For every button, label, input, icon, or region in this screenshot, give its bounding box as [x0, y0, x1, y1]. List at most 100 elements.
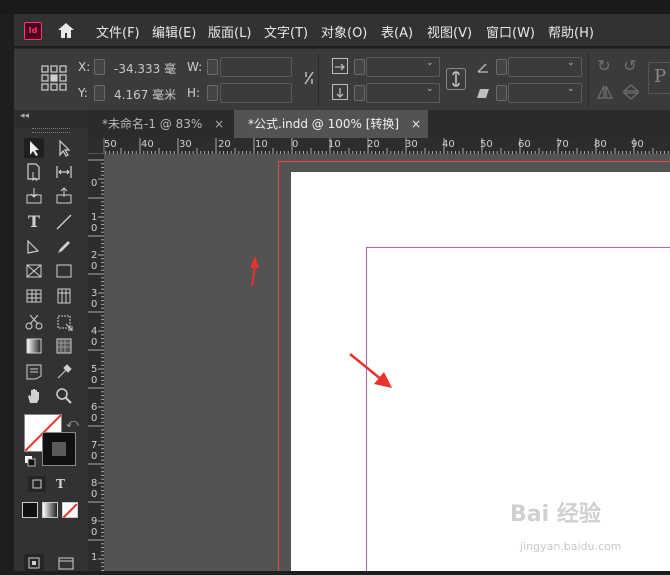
gradient-feather-tool-icon[interactable] [54, 336, 74, 356]
ruler-label: 8 0 [91, 478, 98, 500]
y-field[interactable]: 4.167 毫米 [114, 86, 176, 103]
x-spinner[interactable] [94, 59, 105, 75]
menu-edit[interactable]: 编辑(E) [152, 22, 196, 41]
tab-formula-indd[interactable]: *公式.indd @ 100% [转换] × [234, 110, 428, 138]
divider [588, 54, 589, 106]
scissors-tool-icon[interactable] [24, 312, 44, 332]
ruler-label: 2 0 [91, 250, 98, 272]
apply-gradient-icon[interactable] [42, 502, 58, 518]
selection-tool-icon[interactable] [24, 138, 44, 158]
rotate-dropdown-icon[interactable]: ⌄ [567, 58, 575, 68]
flip-vertical-icon[interactable] [622, 84, 640, 100]
h-spinner[interactable] [207, 85, 218, 101]
page-tool-icon[interactable] [24, 162, 44, 182]
swap-fill-stroke-icon[interactable]: ⤺ [66, 416, 79, 431]
close-icon[interactable]: × [214, 117, 224, 131]
close-icon[interactable]: × [411, 117, 421, 131]
ruler-label: 40 [141, 139, 154, 150]
w-label: W: [187, 60, 203, 74]
rotate-spinner[interactable] [496, 59, 507, 75]
home-icon[interactable] [56, 21, 76, 39]
gradient-swatch-tool-icon[interactable] [24, 336, 44, 356]
ruler-label: 50 [480, 139, 493, 150]
tab-untitled-1[interactable]: *未命名-1 @ 83% × [88, 110, 234, 138]
x-label: X: [78, 60, 91, 74]
ruler-label: 20 [367, 139, 380, 150]
ruler-label: 4 0 [91, 326, 98, 348]
pen-tool-icon[interactable] [24, 237, 44, 257]
baidu-watermark: Bai 经验 [510, 502, 601, 527]
default-fill-stroke-icon[interactable] [24, 452, 36, 467]
reference-point-icon[interactable] [40, 64, 68, 92]
flip-horizontal-icon[interactable] [596, 84, 614, 100]
eyedropper-tool-icon[interactable] [54, 362, 74, 382]
collapse-toolbox-icon[interactable]: ◂◂ [20, 111, 29, 121]
ruler-label: 60 [518, 139, 531, 150]
shear-spinner[interactable] [496, 85, 507, 101]
y-spinner[interactable] [94, 85, 105, 101]
scale-y-spinner[interactable] [354, 85, 365, 101]
grid-tool-icon[interactable] [54, 286, 74, 306]
menu-layout[interactable]: 版面(L) [208, 22, 251, 41]
vertical-ruler: 0 1 0 2 0 3 0 4 0 5 0 6 0 7 0 8 0 9 0 1 [88, 138, 105, 571]
h-label: H: [187, 86, 201, 100]
menu-type[interactable]: 文字(T) [264, 22, 308, 41]
arrow-annotation-margin [346, 350, 396, 392]
ruler-label: 80 [594, 139, 607, 150]
shear-icon [476, 85, 490, 99]
rotate-cw-icon[interactable]: ↻ [594, 56, 614, 75]
note-tool-icon[interactable] [24, 362, 44, 382]
formatting-affects-container-icon[interactable] [28, 476, 46, 492]
scale-y-dropdown-icon[interactable]: ⌄ [426, 84, 434, 94]
rectangle-tool-icon[interactable] [54, 261, 74, 281]
w-spinner[interactable] [207, 59, 218, 75]
content-placer-icon[interactable] [54, 186, 74, 206]
x-field[interactable]: -34.333 毫 [114, 60, 176, 77]
stroke-swatch[interactable] [42, 432, 76, 466]
apply-none-icon[interactable] [62, 502, 78, 519]
menu-window[interactable]: 窗口(W) [486, 22, 535, 41]
scale-x-dropdown-icon[interactable]: ⌄ [426, 58, 434, 68]
rotate-ccw-icon[interactable]: ↺ [620, 56, 640, 75]
w-field[interactable] [220, 57, 292, 77]
p-glyph-button[interactable]: P [648, 62, 670, 94]
formatting-affects-text-icon[interactable]: T [56, 477, 65, 491]
hand-tool-icon[interactable] [24, 386, 44, 406]
scale-x-spinner[interactable] [354, 59, 365, 75]
ruler-label: 1 0 [91, 212, 98, 234]
ruler-label: 10 [328, 139, 341, 150]
tab-label: *未命名-1 @ 83% [102, 117, 203, 131]
ruler-origin[interactable] [88, 138, 104, 154]
link-icon[interactable] [446, 68, 466, 90]
normal-view-mode-icon[interactable] [24, 554, 44, 571]
tab-label: *公式.indd @ 100% [转换] [248, 117, 400, 131]
rectangle-frame-tool-icon[interactable] [24, 261, 44, 281]
gap-tool-icon[interactable] [54, 162, 74, 182]
screen-mode-icon[interactable] [56, 555, 76, 571]
direct-selection-tool-icon[interactable] [54, 138, 74, 158]
line-tool-icon[interactable] [54, 212, 74, 232]
ruler-label: 9 0 [91, 516, 98, 538]
menu-table[interactable]: 表(A) [381, 22, 413, 41]
menu-file[interactable]: 文件(F) [96, 22, 140, 41]
menu-help[interactable]: 帮助(H) [548, 22, 594, 41]
ruler-label: 0 [292, 139, 299, 150]
menu-object[interactable]: 对象(O) [321, 22, 367, 41]
app-logo: Id [24, 22, 42, 40]
pencil-tool-icon[interactable] [54, 237, 74, 257]
zoom-tool-icon[interactable] [54, 386, 74, 406]
ruler-label: 7 0 [91, 440, 98, 462]
toolbox-grip[interactable] [32, 128, 70, 133]
free-transform-tool-icon[interactable] [54, 312, 74, 332]
apply-color-icon[interactable] [22, 502, 38, 518]
content-collector-icon[interactable] [24, 186, 44, 206]
h-field[interactable] [220, 83, 292, 103]
constrain-proportions-icon[interactable] [302, 70, 316, 86]
window-top-strip [0, 0, 670, 14]
shear-dropdown-icon[interactable]: ⌄ [567, 84, 575, 94]
ruler-label: 20 [218, 139, 231, 150]
menu-view[interactable]: 视图(V) [427, 22, 472, 41]
table-tool-icon[interactable] [24, 286, 44, 306]
type-tool-icon[interactable]: T [24, 212, 44, 232]
stroke-inner [52, 442, 66, 456]
